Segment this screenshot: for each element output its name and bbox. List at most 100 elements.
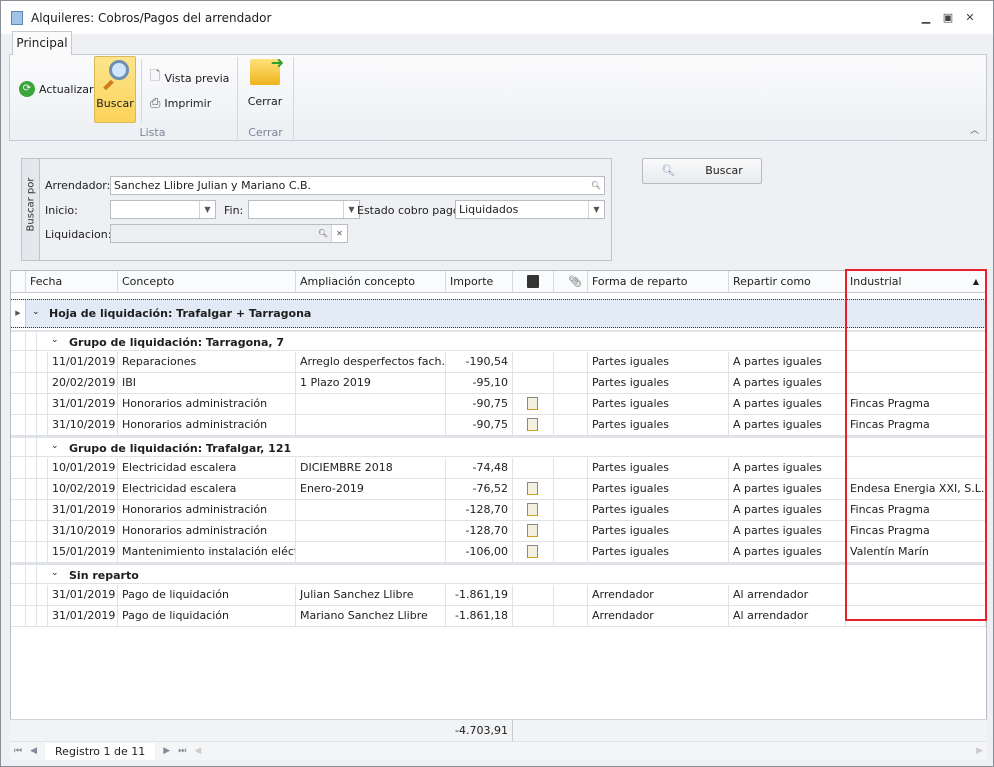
cell-forma-reparto: Partes iguales — [588, 479, 729, 500]
cell-ampliacion — [296, 500, 446, 521]
maximize-button[interactable]: ▣ — [937, 11, 959, 24]
table-row[interactable]: 31/01/2019 Pago de liquidación Julian Sanc… — [11, 585, 986, 606]
last-record-icon[interactable]: ⏭ — [178, 746, 186, 756]
column-header-forma-reparto[interactable]: Forma de reparto — [588, 271, 729, 293]
document-icon — [527, 482, 538, 495]
buscar-button[interactable]: 🔍︎ Buscar — [642, 158, 762, 184]
column-header-repartir-como[interactable]: Repartir como — [729, 271, 846, 293]
search-icon[interactable]: 🔍︎ — [315, 225, 331, 242]
record-navigator: ⏮ ◀ Registro 1 de 11 ▶ ⏭ ◀ ▶ — [10, 741, 987, 760]
ribbon-tabs: Principal — [9, 31, 987, 56]
cell-concepto: Reparaciones — [118, 352, 296, 373]
cell-fecha: 31/01/2019 — [48, 606, 118, 627]
table-row[interactable]: 15/01/2019 Mantenimiento instalación eléc… — [11, 542, 986, 563]
minimize-button[interactable]: ▁ — [915, 11, 937, 24]
column-header-attach[interactable]: 📎︎ — [554, 271, 588, 293]
column-header-doc[interactable] — [513, 271, 554, 293]
liquidacion-field[interactable]: 🔍︎ ✕ — [110, 224, 348, 243]
table-row[interactable]: 10/02/2019 Electricidad escalera Enero-201… — [11, 479, 986, 500]
prev-record-icon[interactable]: ◀ — [30, 746, 37, 756]
cell-attach — [554, 606, 588, 627]
cell-concepto: Electricidad escalera — [118, 458, 296, 479]
cell-importe: -76,52 — [446, 479, 513, 500]
window: Alquileres: Cobros/Pagos del arrendador … — [0, 0, 994, 767]
cell-ampliacion: DICIEMBRE 2018 — [296, 458, 446, 479]
printer-icon: ⎙ — [150, 96, 161, 111]
cell-attach — [554, 373, 588, 394]
ribbon: ⟳ Actualizar Buscar 🗋 Vista previa ⎙ Impri… — [9, 53, 987, 141]
cell-ampliacion: Arreglo desperfectos fach... — [296, 352, 446, 373]
column-header-fecha[interactable]: Fecha — [26, 271, 118, 293]
table-row[interactable]: 31/01/2019 Honorarios administración -90,7… — [11, 394, 986, 415]
fin-date-field[interactable]: ▼ — [248, 200, 360, 219]
cell-repartir-como: Al arrendador — [729, 585, 846, 606]
scroll-right-icon[interactable]: ▶ — [976, 746, 983, 756]
scroll-left-icon[interactable]: ◀ — [194, 746, 201, 756]
cell-ampliacion — [296, 542, 446, 563]
cell-fecha: 31/01/2019 — [48, 394, 118, 415]
inicio-date-field[interactable]: ▼ — [110, 200, 216, 219]
actualizar-button[interactable]: ⟳ Actualizar — [19, 81, 94, 97]
paperclip-icon: 📎︎ — [568, 275, 582, 288]
cell-repartir-como: A partes iguales — [729, 352, 846, 373]
document-icon — [527, 545, 538, 558]
filter-legend: Buscar por — [25, 177, 37, 232]
chevron-down-icon: ▼ — [199, 201, 215, 218]
imprimir-button[interactable]: ⎙ Imprimir — [150, 96, 211, 111]
cell-importe: -128,70 — [446, 521, 513, 542]
cell-attach — [554, 542, 588, 563]
next-record-icon[interactable]: ▶ — [163, 746, 170, 756]
table-row[interactable]: 11/01/2019 Reparaciones Arreglo desperfect… — [11, 352, 986, 373]
cell-fecha: 11/01/2019 — [48, 352, 118, 373]
estado-select[interactable]: Liquidados ▼ — [455, 200, 605, 219]
cell-doc — [513, 606, 554, 627]
collapse-icon: ⌄ — [51, 441, 59, 451]
table-row[interactable]: 31/01/2019 Pago de liquidación Mariano San… — [11, 606, 986, 627]
vista-previa-button[interactable]: 🗋 Vista previa — [150, 67, 229, 89]
column-header-importe[interactable]: Importe — [446, 271, 513, 293]
chevron-down-icon: ▼ — [588, 201, 604, 218]
buscar-ribbon-button[interactable]: Buscar — [94, 56, 136, 123]
table-row[interactable]: 10/01/2019 Electricidad escalera DICIEMBRE… — [11, 458, 986, 479]
cell-forma-reparto: Arrendador — [588, 585, 729, 606]
table-row[interactable]: 31/10/2019 Honorarios administración -90,7… — [11, 415, 986, 436]
cell-concepto: Honorarios administración — [118, 394, 296, 415]
cell-doc — [513, 479, 554, 500]
cell-concepto: Honorarios administración — [118, 500, 296, 521]
close-button[interactable]: ✕ — [959, 11, 981, 24]
tab-principal[interactable]: Principal — [12, 31, 72, 56]
cerrar-button[interactable]: ➜ Cerrar — [245, 53, 285, 108]
column-header-concepto[interactable]: Concepto — [118, 271, 296, 293]
document-icon — [527, 524, 538, 537]
cell-fecha: 31/01/2019 — [48, 585, 118, 606]
cell-importe: -90,75 — [446, 394, 513, 415]
group-row[interactable]: ⌄ Grupo de liquidación: Trafalgar, 121 — [11, 436, 986, 459]
cell-attach — [554, 458, 588, 479]
group-row-hoja[interactable]: ▶ ⌄ Hoja de liquidación: Trafalgar + Tarra… — [11, 299, 986, 328]
group-row[interactable]: ⌄ Grupo de liquidación: Tarragona, 7 — [11, 330, 986, 353]
cell-doc — [513, 373, 554, 394]
row-indicator-header — [11, 271, 26, 293]
cell-concepto: Pago de liquidación — [118, 606, 296, 627]
search-icon[interactable]: 🔍︎ — [588, 177, 604, 194]
window-title: Alquileres: Cobros/Pagos del arrendador — [31, 10, 272, 25]
cell-concepto: Electricidad escalera — [118, 479, 296, 500]
cell-forma-reparto: Partes iguales — [588, 352, 729, 373]
refresh-icon: ⟳ — [19, 81, 35, 97]
collapse-icon: ⌄ — [51, 568, 59, 578]
table-row[interactable]: 20/02/2019 IBI 1 Plazo 2019 -95,10 Partes ig… — [11, 373, 986, 394]
group-row[interactable]: ⌄ Sin reparto — [11, 563, 986, 586]
cell-repartir-como: A partes iguales — [729, 394, 846, 415]
table-row[interactable]: 31/10/2019 Honorarios administración -128,… — [11, 521, 986, 542]
cell-doc — [513, 415, 554, 436]
cell-ampliacion — [296, 521, 446, 542]
cell-attach — [554, 500, 588, 521]
document-check-icon — [527, 275, 539, 288]
clear-icon[interactable]: ✕ — [331, 225, 347, 242]
collapse-ribbon-icon[interactable]: ︿ — [970, 123, 979, 136]
table-row[interactable]: 31/01/2019 Honorarios administración -128,… — [11, 500, 986, 521]
arrendador-field[interactable]: Sanchez Llibre Julian y Mariano C.B. 🔍︎ — [110, 176, 605, 195]
first-record-icon[interactable]: ⏮ — [14, 746, 22, 756]
cell-forma-reparto: Partes iguales — [588, 458, 729, 479]
column-header-ampliacion[interactable]: Ampliación concepto — [296, 271, 446, 293]
